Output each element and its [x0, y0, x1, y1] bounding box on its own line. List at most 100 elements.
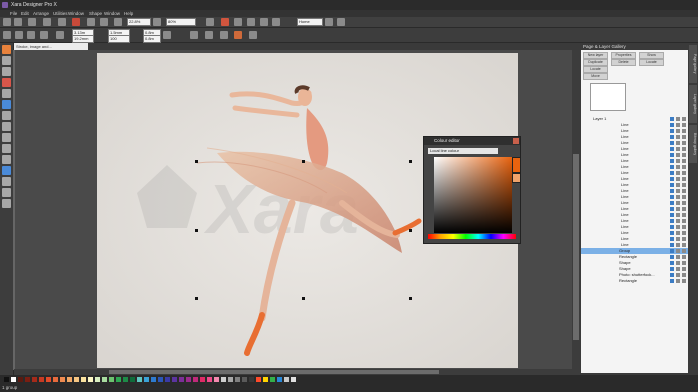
rotate-mode-icon[interactable] — [15, 31, 23, 39]
menu-arrange[interactable]: Arrange — [33, 11, 49, 16]
object-visibility-icons[interactable] — [670, 177, 686, 181]
palette-swatch[interactable] — [165, 377, 170, 382]
close-icon[interactable] — [513, 138, 519, 144]
object-visibility-icons[interactable] — [670, 225, 686, 229]
object-visibility-icons[interactable] — [670, 279, 686, 283]
menu-edit[interactable]: Edit — [21, 11, 29, 16]
palette-swatch[interactable] — [74, 377, 79, 382]
undo-icon[interactable] — [87, 18, 95, 26]
palette-swatch[interactable] — [39, 377, 44, 382]
scale-h-field[interactable]: 0.8m — [143, 35, 161, 43]
side-tab-bitmap-gallery[interactable]: Bitmap gallery — [689, 125, 697, 163]
side-tab-page-gallery[interactable]: Page gallery — [689, 45, 697, 83]
transform-icon[interactable] — [234, 31, 242, 39]
object-visibility-icons[interactable] — [670, 129, 686, 133]
object-visibility-icons[interactable] — [670, 141, 686, 145]
locate-button-2[interactable]: Locate — [583, 66, 608, 73]
locate-button[interactable]: Locate — [639, 59, 664, 66]
palette-swatch[interactable] — [81, 377, 86, 382]
palette-swatch[interactable] — [221, 377, 226, 382]
palette-swatch[interactable] — [4, 377, 9, 382]
object-visibility-icons[interactable] — [670, 219, 686, 223]
object-visibility-icons[interactable] — [670, 165, 686, 169]
text-tool-icon[interactable] — [2, 111, 11, 120]
palette-swatch[interactable] — [263, 377, 268, 382]
vertical-scrollbar[interactable] — [572, 50, 580, 370]
colour-mode-select[interactable]: Local line colour — [428, 148, 498, 154]
palette-swatch[interactable] — [11, 377, 16, 382]
transparency-tool-icon[interactable] — [2, 133, 11, 142]
palette-swatch[interactable] — [102, 377, 107, 382]
palette-swatch[interactable] — [144, 377, 149, 382]
palette-swatch[interactable] — [207, 377, 212, 382]
move-button[interactable]: Move — [583, 73, 608, 80]
palette-swatch[interactable] — [109, 377, 114, 382]
rectangle-tool-icon[interactable] — [2, 100, 11, 109]
palette-swatch[interactable] — [186, 377, 191, 382]
palette-swatch[interactable] — [172, 377, 177, 382]
selector-mode-icon[interactable] — [3, 31, 11, 39]
lock-aspect-icon[interactable] — [163, 31, 171, 39]
zoom-tool-icon[interactable] — [153, 18, 161, 26]
palette-swatch[interactable] — [200, 377, 205, 382]
palette-swatch[interactable] — [32, 377, 37, 382]
palette-swatch[interactable] — [123, 377, 128, 382]
palette-swatch[interactable] — [95, 377, 100, 382]
shape-editor-tool-icon[interactable] — [2, 67, 11, 76]
palette-swatch[interactable] — [25, 377, 30, 382]
object-visibility-icons[interactable] — [670, 201, 686, 205]
palette-swatch[interactable] — [88, 377, 93, 382]
menu-file[interactable]: File — [10, 11, 17, 16]
palette-swatch[interactable] — [235, 377, 240, 382]
hue-slider[interactable] — [428, 234, 516, 239]
palette-swatch[interactable] — [53, 377, 58, 382]
bevel-tool-icon[interactable] — [2, 155, 11, 164]
selection-handle-bl[interactable] — [195, 297, 198, 300]
shadow-tool-icon[interactable] — [2, 144, 11, 153]
preview-icon[interactable] — [325, 18, 333, 26]
zoom-tool-icon-2[interactable] — [2, 89, 11, 98]
palette-swatch[interactable] — [277, 377, 282, 382]
view-icon[interactable] — [247, 18, 255, 26]
object-visibility-icons[interactable] — [670, 207, 686, 211]
handles-icon[interactable] — [27, 31, 35, 39]
zoom-percent-field[interactable]: 80% — [166, 18, 196, 26]
palette-swatch[interactable] — [249, 377, 254, 382]
anchor-grid-icon[interactable] — [56, 31, 64, 39]
grid-icon[interactable] — [234, 18, 242, 26]
palette-swatch[interactable] — [256, 377, 261, 382]
push-tool-icon[interactable] — [2, 78, 11, 87]
palette-swatch[interactable] — [179, 377, 184, 382]
selection-handle-tm[interactable] — [302, 160, 305, 163]
menu-window[interactable]: Window — [68, 11, 84, 16]
object-visibility-icons[interactable] — [670, 261, 686, 265]
bounds-icon[interactable] — [40, 31, 48, 39]
side-tab-layer-gallery[interactable]: Layer gallery — [689, 85, 697, 123]
open-icon[interactable] — [14, 18, 22, 26]
help-icon[interactable] — [337, 18, 345, 26]
photo-tool-icon[interactable] — [2, 166, 11, 175]
fill-tool-icon[interactable] — [2, 122, 11, 131]
delete-button[interactable]: Delete — [611, 59, 636, 66]
layer-object-row[interactable]: Rectangle — [581, 278, 688, 284]
import-icon[interactable] — [58, 18, 66, 26]
object-visibility-icons[interactable] — [670, 171, 686, 175]
selection-handle-bm[interactable] — [302, 297, 305, 300]
selection-handle-tl[interactable] — [195, 160, 198, 163]
skew-icon[interactable] — [249, 31, 257, 39]
palette-swatch[interactable] — [60, 377, 65, 382]
palette-swatch[interactable] — [291, 377, 296, 382]
menu-help[interactable]: Help — [124, 11, 133, 16]
menu-utilities[interactable]: Utilities — [53, 11, 68, 16]
horizontal-scroll-thumb[interactable] — [109, 370, 439, 374]
selection-handle-br[interactable] — [409, 297, 412, 300]
object-visibility-icons[interactable] — [670, 237, 686, 241]
crop-icon[interactable] — [272, 18, 280, 26]
palette-swatch[interactable] — [242, 377, 247, 382]
mould-tool-icon[interactable] — [2, 199, 11, 208]
zoom-field[interactable]: 22.8% — [127, 18, 151, 26]
object-visibility-icons[interactable] — [670, 159, 686, 163]
document-tab[interactable]: Stroke, image and... — [14, 43, 88, 50]
new-icon[interactable] — [3, 18, 11, 26]
new-layer-button[interactable]: New layer — [583, 52, 608, 59]
